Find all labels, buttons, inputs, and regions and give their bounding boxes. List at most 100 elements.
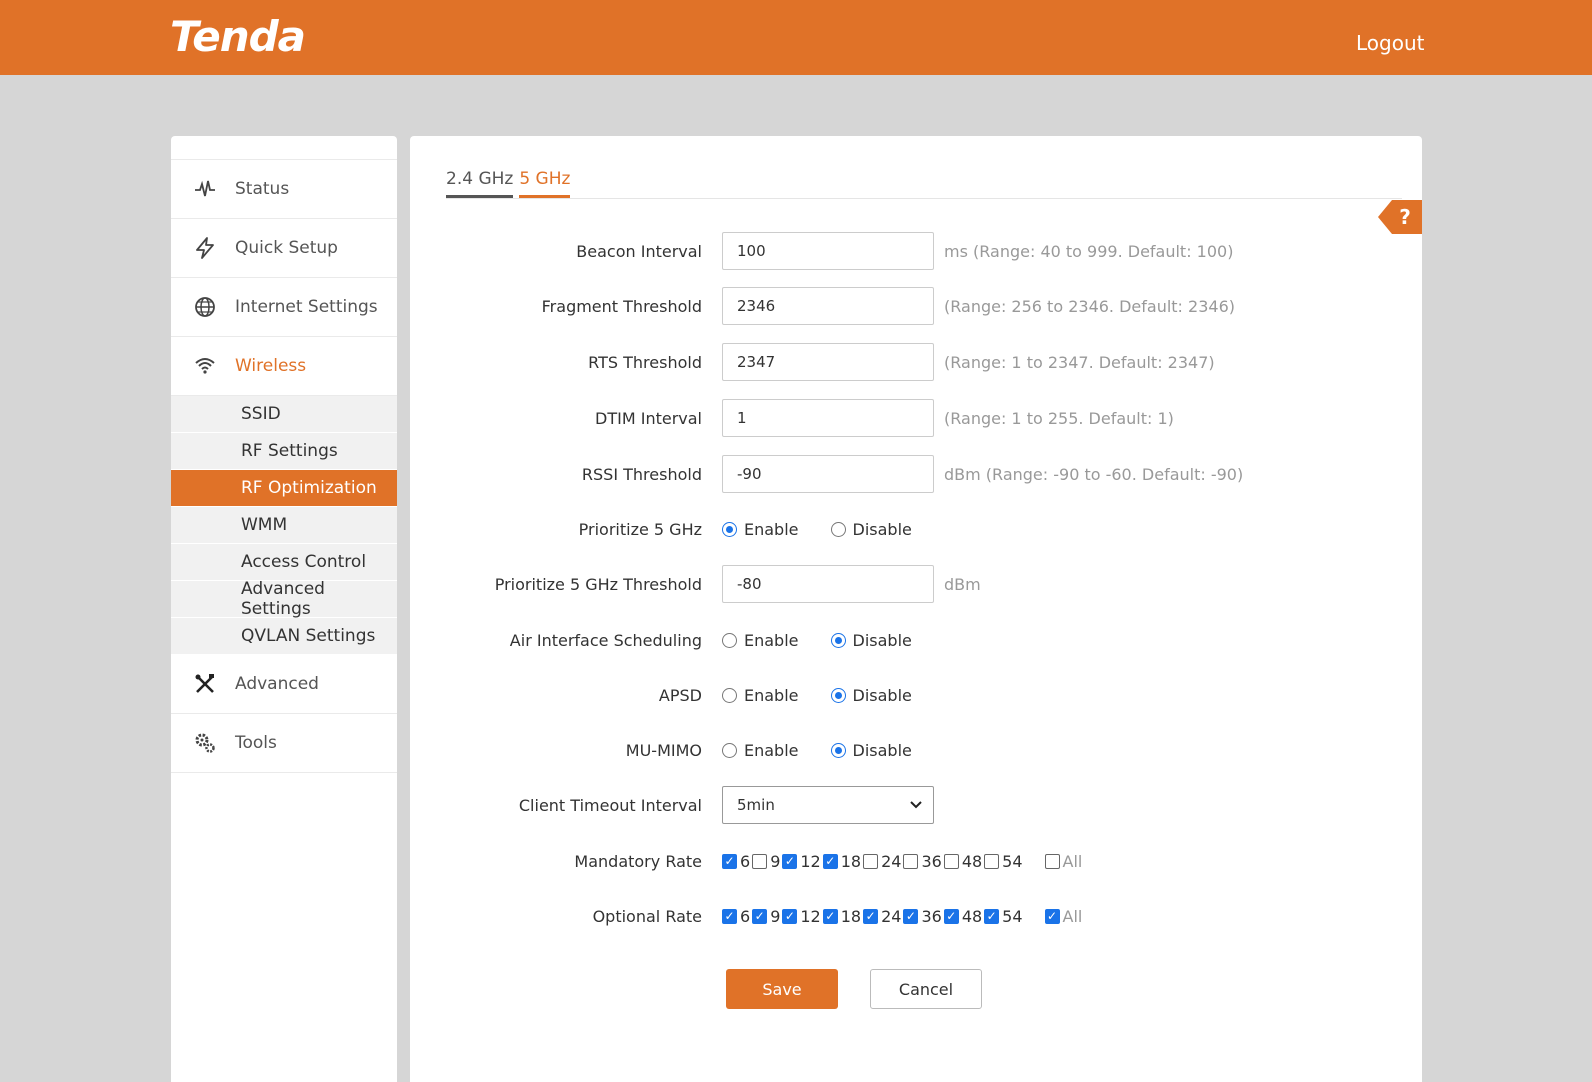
radio-dot[interactable] bbox=[830, 521, 846, 537]
mandatory-rate-24-checkbox[interactable]: 24 bbox=[863, 852, 903, 871]
optional-rate-36-checkbox[interactable]: 36 bbox=[903, 907, 943, 926]
air-interface-enable-radio[interactable]: Enable bbox=[722, 631, 799, 650]
checkbox-box[interactable] bbox=[984, 908, 1000, 924]
optional-rate-18-checkbox[interactable]: 18 bbox=[822, 906, 863, 926]
wireless-submenu: SSID RF Settings RF Optimization WMM Acc… bbox=[171, 396, 397, 655]
submenu-item-rf-optimization[interactable]: RF Optimization bbox=[171, 470, 397, 507]
mandatory-rate-48-checkbox[interactable]: 48 bbox=[943, 852, 984, 871]
mandatory-rate-54-checkbox[interactable]: 54 bbox=[984, 852, 1024, 871]
mu-mimo-row: MU-MIMO Enable Disable bbox=[410, 731, 1422, 769]
help-button[interactable]: ? bbox=[1378, 200, 1422, 234]
checkbox-label: 36 bbox=[921, 851, 942, 871]
submenu-item-advanced-settings[interactable]: Advanced Settings bbox=[171, 579, 397, 619]
optional-rate-all-checkbox[interactable]: All bbox=[1044, 907, 1082, 926]
activity-icon bbox=[193, 177, 217, 201]
checkbox-box[interactable] bbox=[782, 908, 798, 924]
mandatory-rate-18-checkbox[interactable]: 18 bbox=[822, 852, 863, 871]
checkbox-label: 24 bbox=[881, 906, 902, 926]
radio-dot[interactable] bbox=[830, 687, 846, 703]
logout-link[interactable]: Logout bbox=[1356, 31, 1424, 55]
submenu-item-ssid[interactable]: SSID bbox=[171, 396, 397, 433]
optional-rate-label: Optional Rate bbox=[592, 906, 702, 926]
mandatory-rate-6-checkbox[interactable]: 6 bbox=[722, 852, 752, 871]
rssi-threshold-input[interactable] bbox=[722, 455, 934, 493]
beacon-interval-input[interactable] bbox=[722, 232, 934, 270]
checkbox-box[interactable] bbox=[822, 908, 838, 924]
submenu-item-qvlan-settings[interactable]: QVLAN Settings bbox=[171, 618, 397, 655]
prioritize-threshold-input[interactable] bbox=[722, 565, 934, 603]
cancel-button[interactable]: Cancel bbox=[870, 969, 982, 1009]
checkbox-box[interactable] bbox=[822, 853, 838, 869]
optional-rate-12-checkbox[interactable]: 12 bbox=[782, 907, 822, 926]
sidebar-item-advanced[interactable]: Advanced bbox=[171, 655, 397, 714]
fragment-threshold-hint: (Range: 256 to 2346. Default: 2346) bbox=[944, 296, 1235, 316]
optional-rate-checkboxes: 69 12 18 24 36 48 54 All bbox=[722, 907, 1082, 926]
rssi-threshold-hint: dBm (Range: -90 to -60. Default: -90) bbox=[944, 464, 1244, 484]
radio-dot[interactable] bbox=[722, 521, 737, 537]
rts-threshold-input[interactable] bbox=[722, 343, 934, 381]
sidebar-item-tools[interactable]: Tools bbox=[171, 714, 397, 773]
mu-mimo-enable-radio[interactable]: Enable bbox=[722, 741, 799, 760]
submenu-item-access-control[interactable]: Access Control bbox=[171, 544, 397, 581]
mandatory-rate-9-checkbox[interactable]: 9 bbox=[752, 852, 782, 871]
radio-label: Disable bbox=[852, 519, 912, 539]
chevron-down-icon bbox=[909, 797, 923, 815]
optional-rate-row: Optional Rate 69 12 18 24 36 48 54 All bbox=[410, 897, 1422, 935]
checkbox-box[interactable] bbox=[722, 908, 737, 924]
sidebar-item-quick-setup[interactable]: Quick Setup bbox=[171, 219, 397, 278]
apsd-enable-radio[interactable]: Enable bbox=[722, 686, 799, 705]
fragment-threshold-label: Fragment Threshold bbox=[541, 296, 702, 316]
checkbox-box[interactable] bbox=[943, 908, 959, 924]
apsd-disable-radio[interactable]: Disable bbox=[830, 686, 912, 705]
tab-2-4ghz[interactable]: 2.4 GHz bbox=[446, 169, 514, 198]
mandatory-rate-12-checkbox[interactable]: 12 bbox=[782, 852, 822, 871]
sidebar-item-internet-settings[interactable]: Internet Settings bbox=[171, 278, 397, 337]
optional-rate-54-checkbox[interactable]: 54 bbox=[984, 907, 1024, 926]
save-button[interactable]: Save bbox=[726, 969, 838, 1009]
checkbox-box[interactable] bbox=[722, 853, 737, 869]
tab-5ghz[interactable]: 5 GHz bbox=[519, 169, 571, 198]
optional-rate-24-checkbox[interactable]: 24 bbox=[863, 907, 903, 926]
prioritize-5ghz-enable-radio[interactable]: Enable bbox=[722, 520, 799, 539]
checkbox-box[interactable] bbox=[1044, 853, 1060, 869]
radio-label: Disable bbox=[852, 630, 912, 650]
mandatory-rate-all-checkbox[interactable]: All bbox=[1044, 852, 1082, 871]
beacon-interval-hint: ms (Range: 40 to 999. Default: 100) bbox=[944, 241, 1234, 261]
submenu-item-rf-settings[interactable]: RF Settings bbox=[171, 433, 397, 470]
checkbox-box[interactable] bbox=[903, 908, 919, 924]
checkbox-box[interactable] bbox=[782, 853, 798, 869]
prioritize-5ghz-disable-radio[interactable]: Disable bbox=[830, 519, 912, 539]
checkbox-box[interactable] bbox=[752, 853, 768, 869]
checkbox-box[interactable] bbox=[1044, 908, 1060, 924]
radio-dot[interactable] bbox=[722, 632, 737, 648]
sidebar-top-spacer bbox=[171, 136, 397, 160]
client-timeout-select[interactable]: 5min bbox=[722, 786, 934, 824]
radio-dot[interactable] bbox=[830, 632, 846, 648]
checkbox-box[interactable] bbox=[943, 853, 959, 869]
radio-dot[interactable] bbox=[830, 742, 846, 758]
sidebar-item-label: Quick Setup bbox=[235, 238, 338, 258]
fragment-threshold-input[interactable] bbox=[722, 287, 934, 325]
band-tabs: 2.4 GHz 5 GHz bbox=[446, 169, 1402, 199]
radio-dot[interactable] bbox=[722, 742, 737, 758]
radio-dot[interactable] bbox=[722, 687, 737, 703]
sidebar-item-status[interactable]: Status bbox=[171, 160, 397, 219]
checkbox-box[interactable] bbox=[984, 853, 1000, 869]
dtim-interval-input[interactable] bbox=[722, 399, 934, 437]
mandatory-rate-36-checkbox[interactable]: 36 bbox=[903, 852, 943, 871]
air-interface-disable-radio[interactable]: Disable bbox=[830, 630, 912, 650]
mu-mimo-disable-radio[interactable]: Disable bbox=[830, 741, 912, 760]
sidebar-item-label: Internet Settings bbox=[235, 297, 378, 317]
wifi-icon bbox=[193, 354, 217, 378]
optional-rate-9-checkbox[interactable]: 9 bbox=[752, 907, 782, 926]
checkbox-box[interactable] bbox=[863, 908, 879, 924]
submenu-item-wmm[interactable]: WMM bbox=[171, 507, 397, 544]
checkbox-label: 18 bbox=[840, 906, 862, 926]
checkbox-box[interactable] bbox=[752, 908, 768, 924]
optional-rate-6-checkbox[interactable]: 6 bbox=[722, 907, 752, 926]
checkbox-box[interactable] bbox=[863, 853, 879, 869]
checkbox-box[interactable] bbox=[903, 853, 919, 869]
optional-rate-48-checkbox[interactable]: 48 bbox=[943, 907, 984, 926]
mandatory-rate-checkboxes: 69 12 18 24 36 48 54 All bbox=[722, 852, 1082, 871]
sidebar-item-wireless[interactable]: Wireless bbox=[171, 337, 397, 396]
